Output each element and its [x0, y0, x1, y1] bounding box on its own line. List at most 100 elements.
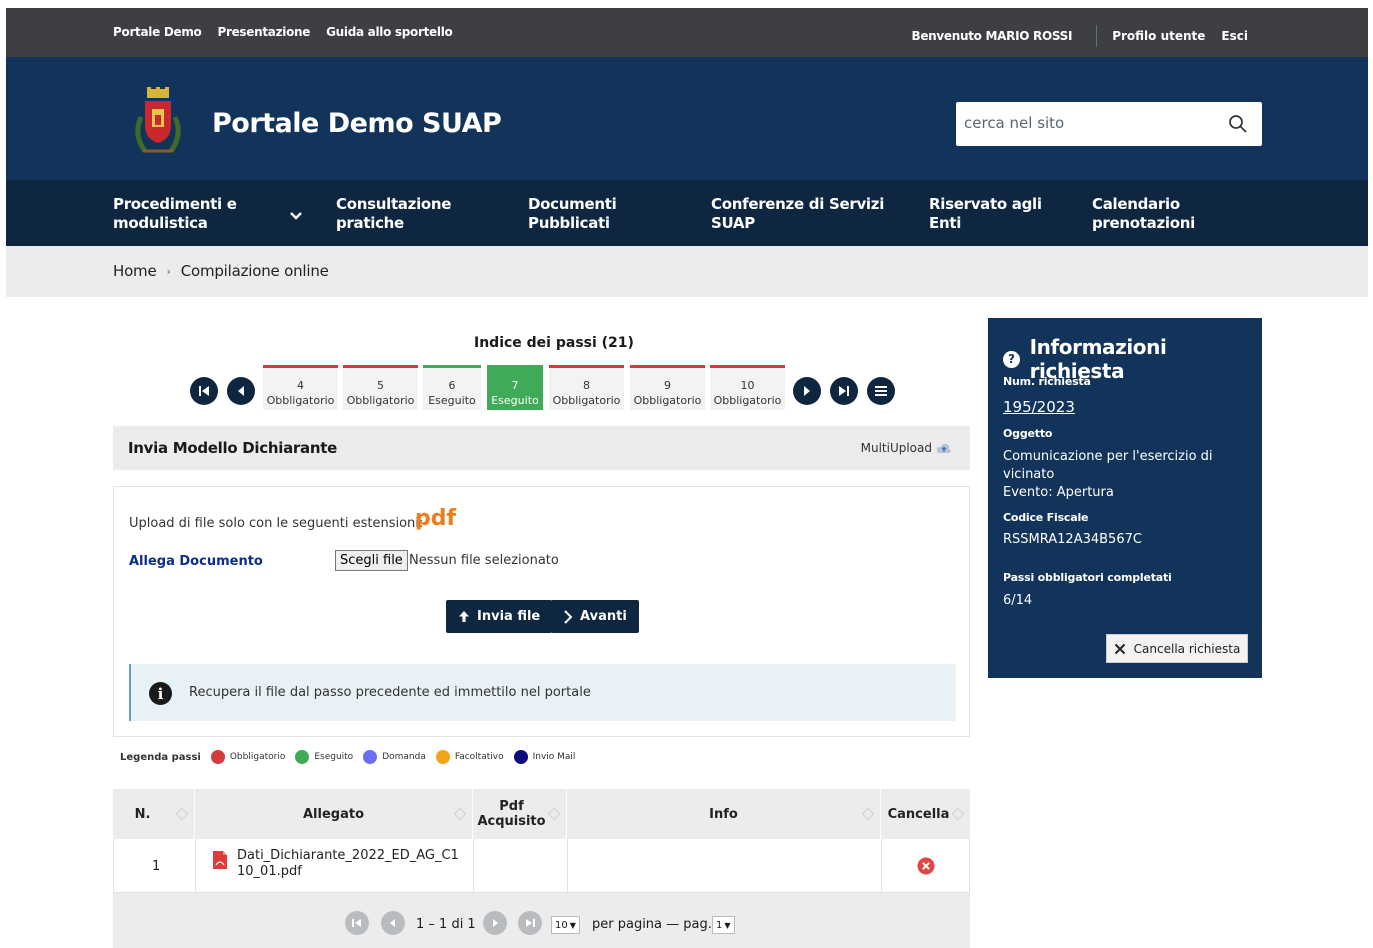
page-range: 1 – 1 di 1 [416, 917, 476, 932]
upload-panel-title: Invia Modello Dichiarante [128, 439, 337, 457]
breadcrumb-home[interactable]: Home [113, 262, 157, 280]
top-link-guida[interactable]: Guida allo sportello [326, 25, 453, 39]
nav-item-procedimenti[interactable]: Procedimenti e modulistica [113, 195, 237, 233]
table-row: 1 Dati_Dichiarante_2022_ED_AG_C1 10_01.p… [113, 839, 970, 893]
site-title[interactable]: Portale Demo SUAP [212, 108, 502, 139]
cell-pdf-acquisito [474, 839, 568, 893]
attach-document-label: Allega Documento [129, 554, 263, 569]
step-item[interactable]: 8 Obbligatorio [549, 365, 624, 410]
top-links: Portale Demo Presentazione Guida allo sp… [113, 25, 453, 39]
breadcrumb: Home › Compilazione online [6, 246, 1368, 297]
nav-item-riservato[interactable]: Riservato agli Enti [929, 195, 1042, 233]
file-link[interactable]: Dati_Dichiarante_2022_ED_AG_C1 10_01.pdf [237, 848, 472, 880]
oggetto-label: Oggetto [1003, 427, 1053, 440]
skip-last-icon [839, 386, 849, 396]
passi-label: Passi obbligatori completati [1003, 571, 1172, 584]
cell-info [568, 839, 882, 893]
next-icon [493, 919, 498, 927]
oggetto-value: Comunicazione per l'esercizio di vicinat… [1003, 449, 1213, 482]
profile-link[interactable]: Profilo utente [1112, 29, 1205, 43]
passi-value: 6/14 [1003, 593, 1033, 608]
search-input[interactable] [964, 114, 1214, 132]
column-header-label: Cancella [887, 806, 950, 822]
cell-n: 1 [114, 839, 196, 893]
last-step-button[interactable] [830, 377, 858, 405]
step-number: 6 [448, 379, 456, 392]
page-value: 1 [716, 919, 723, 931]
prev-icon [390, 919, 395, 927]
multiupload-label: MultiUpload [860, 441, 932, 455]
next-page-button[interactable] [483, 911, 507, 935]
first-page-button[interactable] [345, 911, 369, 935]
step-number: 9 [664, 379, 671, 392]
column-header-allegato[interactable]: Allegato [195, 789, 473, 839]
legend-label: Domanda [382, 752, 426, 762]
top-link-presentazione[interactable]: Presentazione [217, 25, 310, 39]
per-page-select[interactable]: 10 ▼ [551, 916, 580, 934]
skip-last-icon [526, 919, 535, 927]
cloud-upload-icon [936, 443, 951, 453]
prev-step-button[interactable] [227, 377, 255, 405]
num-richiesta-label: Num. richiesta [1003, 375, 1091, 388]
step-status: Obbligatorio [713, 394, 782, 407]
nav-item-consultazione[interactable]: Consultazione pratiche [336, 195, 451, 233]
page-select[interactable]: 1 ▼ [712, 916, 735, 934]
steps-title: Indice dei passi (21) [474, 335, 634, 351]
prev-page-button[interactable] [381, 911, 405, 935]
delete-icon[interactable] [917, 857, 935, 875]
breadcrumb-separator-icon: › [166, 264, 171, 278]
logout-link[interactable]: Esci [1221, 29, 1248, 43]
sort-icon [952, 808, 964, 820]
column-header-n[interactable]: N. [113, 789, 195, 839]
welcome-text: Benvenuto MARIO ROSSI [911, 29, 1072, 43]
info-note-text: Recupera il file dal passo precedente ed… [189, 685, 591, 700]
prev-icon [238, 386, 244, 396]
legend-dot-domanda [363, 750, 378, 764]
step-item[interactable]: 9 Obbligatorio [630, 365, 705, 410]
column-header-pdf[interactable]: Pdf Acquisito [473, 789, 567, 839]
step-status: Eseguito [428, 394, 476, 407]
choose-file-button[interactable]: Scegli file [335, 550, 408, 571]
nav-item-conferenze[interactable]: Conferenze di Servizi SUAP [711, 195, 884, 233]
upload-panel-header: Invia Modello Dichiarante MultiUpload [113, 426, 970, 470]
cell-cancella [882, 839, 969, 893]
cancel-request-button[interactable]: Cancella richiesta [1106, 634, 1248, 663]
crest-logo[interactable] [131, 87, 185, 159]
search-icon[interactable] [1228, 114, 1248, 138]
close-icon [1114, 643, 1125, 654]
arrow-up-icon [459, 611, 469, 622]
legend-dot-eseguito [295, 750, 310, 764]
breadcrumb-current: Compilazione online [180, 262, 329, 280]
nav-item-calendario[interactable]: Calendario prenotazioni [1092, 195, 1195, 233]
step-item[interactable]: 4 Obbligatorio [263, 365, 338, 410]
next-button[interactable]: Avanti [551, 600, 639, 633]
next-icon [804, 386, 810, 396]
first-step-button[interactable] [190, 377, 218, 405]
next-step-button[interactable] [793, 377, 821, 405]
steps-menu-button[interactable] [867, 377, 895, 405]
top-link-portale-demo[interactable]: Portale Demo [113, 25, 202, 39]
step-status: Obbligatorio [633, 394, 702, 407]
column-header-label: Info [709, 806, 738, 822]
column-header-label: Pdf Acquisito [477, 799, 546, 829]
column-header-cancella[interactable]: Cancella [881, 789, 970, 839]
num-richiesta-link[interactable]: 195/2023 [1003, 398, 1248, 416]
step-item[interactable]: 6 Eseguito [423, 365, 481, 410]
skip-first-icon [352, 919, 361, 927]
step-item[interactable]: 5 Obbligatorio [343, 365, 418, 410]
multiupload-link[interactable]: MultiUpload [861, 441, 952, 455]
per-page-value: 10 [555, 919, 568, 931]
step-number: 8 [583, 379, 590, 392]
nav-item-documenti[interactable]: Documenti Pubblicati [528, 195, 617, 233]
step-item-current[interactable]: 7 Eseguito [487, 365, 543, 410]
divider [1096, 25, 1098, 47]
column-header-info[interactable]: Info [567, 789, 881, 839]
menu-icon [875, 386, 887, 396]
step-item[interactable]: 10 Obbligatorio [710, 365, 785, 410]
last-page-button[interactable] [518, 911, 542, 935]
send-file-button[interactable]: Invia file [446, 600, 553, 633]
site-header: Portale Demo SUAP [6, 57, 1368, 180]
steps-legend: Legenda passi Obbligatorio Eseguito Doma… [120, 750, 585, 764]
chevron-right-icon [564, 609, 573, 624]
chevron-down-icon[interactable] [289, 206, 303, 225]
